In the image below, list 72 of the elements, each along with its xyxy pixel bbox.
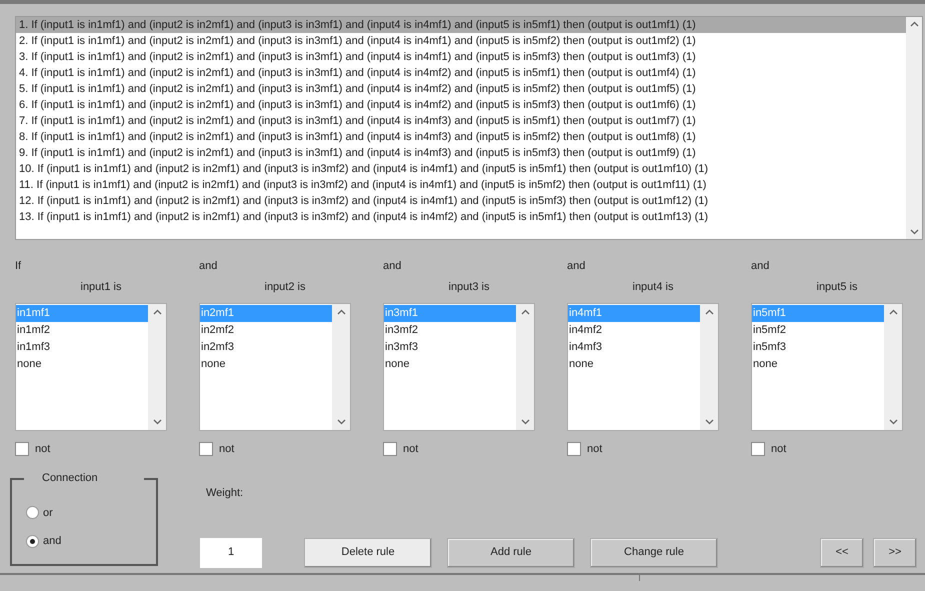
checkbox[interactable] bbox=[567, 442, 581, 456]
listbox[interactable]: in5mf1 in5mf2 in5mf3 none bbox=[751, 303, 903, 431]
weight-label: Weight: bbox=[205, 486, 244, 501]
list-option[interactable]: in2mf3 bbox=[200, 339, 332, 356]
rule-item[interactable]: 13. If (input1 is in1mf1) and (input2 is in2mf1) and (input3 is in3mf2) and (input4 is in4mf2) and (input5 is in5mf1) then (output is out1mf13) (1) bbox=[16, 209, 906, 225]
checkbox-label: not bbox=[219, 442, 234, 457]
button[interactable]: Delete rule bbox=[304, 538, 432, 568]
rule-item[interactable]: 12. If (input1 is in1mf1) and (input2 is in2mf1) and (input3 is in3mf2) and (input4 is in4mf1) and (input5 is in5mf3) then (output is out1mf12) (1) bbox=[16, 193, 906, 209]
listbox[interactable]: in2mf1 in2mf2 in2mf3 none bbox=[199, 303, 351, 431]
checkbox[interactable] bbox=[199, 442, 213, 456]
listbox[interactable]: in3mf1 in3mf2 in3mf3 none bbox=[383, 303, 535, 431]
rule-item[interactable]: 4. If (input1 is in1mf1) and (input2 is in2mf1) and (input3 is in3mf1) and (input4 is in4mf2) and (input5 is in5mf1) then (output is out1mf4) (1) bbox=[16, 65, 906, 81]
list-option[interactable]: in4mf3 bbox=[568, 339, 700, 356]
connector-label: and bbox=[383, 259, 402, 274]
radio-button[interactable] bbox=[26, 506, 39, 520]
list-option[interactable]: none bbox=[384, 356, 516, 373]
checkbox[interactable] bbox=[383, 442, 397, 456]
scrollbar[interactable] bbox=[700, 304, 718, 430]
input-label: input3 is bbox=[448, 280, 490, 294]
rule-item[interactable]: 6. If (input1 is in1mf1) and (input2 is in2mf1) and (input3 is in3mf1) and (input4 is in4mf2) and (input5 is in5mf3) then (output is out1mf6) (1) bbox=[16, 97, 906, 113]
radio-button[interactable] bbox=[26, 534, 39, 548]
input-label: input4 is bbox=[632, 280, 674, 294]
rule-item[interactable]: 2. If (input1 is in1mf1) and (input2 is in2mf1) and (input3 is in3mf1) and (input4 is in4mf1) and (input5 is in5mf2) then (output is out1mf2) (1) bbox=[16, 33, 906, 49]
list-option[interactable]: in5mf3 bbox=[752, 339, 884, 356]
scrollbar[interactable] bbox=[332, 304, 350, 430]
checkbox-label: not bbox=[587, 442, 602, 457]
list-option[interactable]: none bbox=[568, 356, 700, 373]
input-label: input1 is bbox=[80, 280, 122, 294]
list-option[interactable]: in1mf3 bbox=[16, 339, 148, 356]
scrollbar[interactable] bbox=[148, 304, 166, 430]
rule-item[interactable]: 1. If (input1 is in1mf1) and (input2 is in2mf1) and (input3 is in3mf1) and (input4 is in4mf1) and (input5 is in5mf1) then (output is out1mf1) (1) bbox=[16, 17, 906, 33]
list-option[interactable]: none bbox=[200, 356, 332, 373]
rule-item[interactable]: 10. If (input1 is in1mf1) and (input2 is in2mf1) and (input3 is in3mf2) and (input4 is in4mf1) and (input5 is in5mf1) then (output is out1mf10) (1) bbox=[16, 161, 906, 177]
checkbox[interactable] bbox=[751, 442, 765, 456]
connection-title: Connection bbox=[42, 472, 98, 484]
connector-label: and bbox=[199, 259, 218, 274]
nav-button[interactable]: >> bbox=[873, 538, 917, 568]
radio-label: and bbox=[43, 534, 62, 549]
button[interactable]: Add rule bbox=[447, 538, 575, 568]
list-option[interactable]: in5mf2 bbox=[752, 322, 884, 339]
connector-label: and bbox=[567, 259, 586, 274]
listbox[interactable]: in4mf1 in4mf2 in4mf3 none bbox=[567, 303, 719, 431]
rule-item[interactable]: 8. If (input1 is in1mf1) and (input2 is in2mf1) and (input3 is in3mf1) and (input4 is in4mf3) and (input5 is in5mf2) then (output is out1mf8) (1) bbox=[16, 129, 906, 145]
rule-list[interactable] bbox=[15, 16, 923, 240]
nav-button[interactable]: << bbox=[820, 538, 864, 568]
list-option[interactable]: none bbox=[16, 356, 148, 373]
scrollbar[interactable] bbox=[906, 17, 922, 239]
rule-item[interactable]: 11. If (input1 is in1mf1) and (input2 is in2mf1) and (input3 is in3mf2) and (input4 is in4mf1) and (input5 is in5mf2) then (output is out1mf11) (1) bbox=[16, 177, 906, 193]
rule-item[interactable]: 3. If (input1 is in1mf1) and (input2 is in2mf1) and (input3 is in3mf1) and (input4 is in4mf1) and (input5 is in5mf3) then (output is out1mf3) (1) bbox=[16, 49, 906, 65]
list-option[interactable]: in4mf2 bbox=[568, 322, 700, 339]
input-label: input2 is bbox=[264, 280, 306, 294]
scrollbar[interactable] bbox=[884, 304, 902, 430]
connector-label: If bbox=[15, 259, 22, 274]
radio-label: or bbox=[43, 506, 53, 520]
list-option[interactable]: in3mf2 bbox=[384, 322, 516, 339]
list-option[interactable]: in2mf2 bbox=[200, 322, 332, 339]
rule-item[interactable]: 7. If (input1 is in1mf1) and (input2 is in2mf1) and (input3 is in3mf1) and (input4 is in4mf3) and (input5 is in5mf1) then (output is out1mf7) (1) bbox=[16, 113, 906, 129]
checkbox-label: not bbox=[35, 442, 50, 457]
listbox[interactable]: in1mf1 in1mf2 in1mf3 none bbox=[15, 303, 167, 431]
scrollbar[interactable] bbox=[516, 304, 534, 430]
list-option[interactable]: in3mf3 bbox=[384, 339, 516, 356]
weight-field[interactable]: 1 bbox=[200, 538, 262, 568]
connector-label: and bbox=[751, 259, 770, 274]
input-label: input5 is bbox=[816, 280, 858, 294]
checkbox-label: not bbox=[771, 442, 786, 457]
list-option[interactable]: none bbox=[752, 356, 884, 373]
button[interactable]: Change rule bbox=[590, 538, 718, 568]
list-option[interactable]: in1mf2 bbox=[16, 322, 148, 339]
checkbox-label: not bbox=[403, 442, 418, 457]
rule-item[interactable]: 9. If (input1 is in1mf1) and (input2 is in2mf1) and (input3 is in3mf1) and (input4 is in4mf3) and (input5 is in5mf3) then (output is out1mf9) (1) bbox=[16, 145, 906, 161]
rule-item[interactable]: 5. If (input1 is in1mf1) and (input2 is in2mf1) and (input3 is in3mf1) and (input4 is in4mf2) and (input5 is in5mf2) then (output is out1mf5) (1) bbox=[16, 81, 906, 97]
checkbox[interactable] bbox=[15, 442, 29, 456]
